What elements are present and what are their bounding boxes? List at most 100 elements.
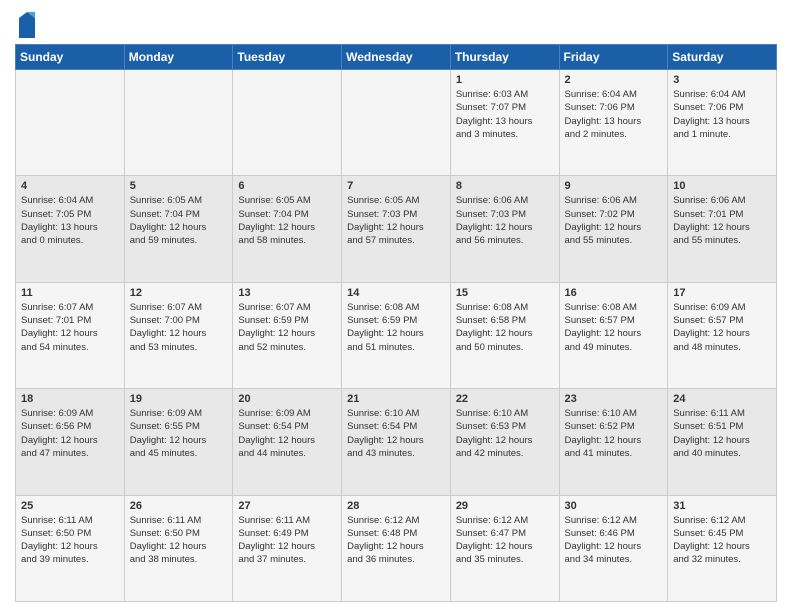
day-info: Sunrise: 6:09 AM Sunset: 6:54 PM Dayligh… (238, 407, 336, 460)
calendar-day-cell: 25Sunrise: 6:11 AM Sunset: 6:50 PM Dayli… (16, 495, 125, 601)
day-of-week-header: Friday (559, 45, 668, 70)
calendar-day-cell: 19 Sunrise: 6:09 AM Sunset: 6:55 PM Dayli… (124, 389, 233, 495)
day-number: 12 (130, 287, 228, 299)
day-info: Sunrise: 6:05 AM Sunset: 7:03 PM Dayligh… (347, 194, 445, 247)
day-info: Sunrise: 6:10 AM Sunset: 6:54 PM Dayligh… (347, 407, 445, 460)
calendar-day-cell: 10Sunrise: 6:06 AM Sunset: 7:01 PM Dayli… (668, 176, 777, 282)
day-number: 30 (565, 500, 663, 512)
day-info: Sunrise: 6:05 AM Sunset: 7:04 PM Dayligh… (238, 194, 336, 247)
day-info: Sunrise: 6:12 AM Sunset: 6:46 PM Dayligh… (565, 514, 663, 567)
day-info: Sunrise: 6:12 AM Sunset: 6:47 PM Dayligh… (456, 514, 554, 567)
day-number: 31 (673, 500, 771, 512)
calendar-day-cell: 7Sunrise: 6:05 AM Sunset: 7:03 PM Daylig… (342, 176, 451, 282)
day-number: 18 (21, 393, 119, 405)
calendar-day-cell: 28 Sunrise: 6:12 AM Sunset: 6:48 PM Dayli… (342, 495, 451, 601)
calendar-day-cell: 8 Sunrise: 6:06 AM Sunset: 7:03 PM Daylig… (450, 176, 559, 282)
day-number: 5 (130, 180, 228, 192)
day-info: Sunrise: 6:04 AM Sunset: 7:05 PM Dayligh… (21, 194, 119, 247)
day-of-week-header: Sunday (16, 45, 125, 70)
calendar-week-row: 25Sunrise: 6:11 AM Sunset: 6:50 PM Dayli… (16, 495, 777, 601)
day-number: 28 (347, 500, 445, 512)
calendar-day-cell (124, 70, 233, 176)
calendar-day-cell: 15 Sunrise: 6:08 AM Sunset: 6:58 PM Dayli… (450, 282, 559, 388)
day-of-week-header: Wednesday (342, 45, 451, 70)
calendar-day-cell (233, 70, 342, 176)
day-info: Sunrise: 6:06 AM Sunset: 7:03 PM Dayligh… (456, 194, 554, 247)
calendar-table: SundayMondayTuesdayWednesdayThursdayFrid… (15, 44, 777, 602)
calendar-day-cell: 20 Sunrise: 6:09 AM Sunset: 6:54 PM Dayli… (233, 389, 342, 495)
day-number: 14 (347, 287, 445, 299)
day-info: Sunrise: 6:09 AM Sunset: 6:56 PM Dayligh… (21, 407, 119, 460)
day-info: Sunrise: 6:04 AM Sunset: 7:06 PM Dayligh… (565, 88, 663, 141)
calendar-day-cell: 9 Sunrise: 6:06 AM Sunset: 7:02 PM Daylig… (559, 176, 668, 282)
calendar-body: 1Sunrise: 6:03 AM Sunset: 7:07 PM Daylig… (16, 70, 777, 602)
day-number: 4 (21, 180, 119, 192)
calendar-day-cell: 23 Sunrise: 6:10 AM Sunset: 6:52 PM Dayli… (559, 389, 668, 495)
days-of-week-row: SundayMondayTuesdayWednesdayThursdayFrid… (16, 45, 777, 70)
calendar-day-cell: 31 Sunrise: 6:12 AM Sunset: 6:45 PM Dayli… (668, 495, 777, 601)
day-number: 1 (456, 74, 554, 86)
day-info: Sunrise: 6:05 AM Sunset: 7:04 PM Dayligh… (130, 194, 228, 247)
day-info: Sunrise: 6:04 AM Sunset: 7:06 PM Dayligh… (673, 88, 771, 141)
day-number: 6 (238, 180, 336, 192)
calendar-day-cell (16, 70, 125, 176)
day-number: 20 (238, 393, 336, 405)
day-info: Sunrise: 6:12 AM Sunset: 6:45 PM Dayligh… (673, 514, 771, 567)
day-number: 24 (673, 393, 771, 405)
calendar-day-cell: 16 Sunrise: 6:08 AM Sunset: 6:57 PM Dayli… (559, 282, 668, 388)
calendar-day-cell: 24 Sunrise: 6:11 AM Sunset: 6:51 PM Dayli… (668, 389, 777, 495)
day-info: Sunrise: 6:11 AM Sunset: 6:51 PM Dayligh… (673, 407, 771, 460)
day-number: 19 (130, 393, 228, 405)
day-number: 16 (565, 287, 663, 299)
day-info: Sunrise: 6:08 AM Sunset: 6:57 PM Dayligh… (565, 301, 663, 354)
day-number: 26 (130, 500, 228, 512)
calendar-day-cell: 18 Sunrise: 6:09 AM Sunset: 6:56 PM Dayli… (16, 389, 125, 495)
day-number: 23 (565, 393, 663, 405)
calendar-week-row: 1Sunrise: 6:03 AM Sunset: 7:07 PM Daylig… (16, 70, 777, 176)
day-number: 29 (456, 500, 554, 512)
calendar-day-cell: 29 Sunrise: 6:12 AM Sunset: 6:47 PM Dayli… (450, 495, 559, 601)
day-info: Sunrise: 6:07 AM Sunset: 7:00 PM Dayligh… (130, 301, 228, 354)
calendar-day-cell: 6 Sunrise: 6:05 AM Sunset: 7:04 PM Daylig… (233, 176, 342, 282)
day-info: Sunrise: 6:09 AM Sunset: 6:57 PM Dayligh… (673, 301, 771, 354)
day-info: Sunrise: 6:12 AM Sunset: 6:48 PM Dayligh… (347, 514, 445, 567)
calendar-day-cell: 27Sunrise: 6:11 AM Sunset: 6:49 PM Dayli… (233, 495, 342, 601)
day-number: 11 (21, 287, 119, 299)
page: SundayMondayTuesdayWednesdayThursdayFrid… (0, 0, 792, 612)
day-info: Sunrise: 6:09 AM Sunset: 6:55 PM Dayligh… (130, 407, 228, 460)
calendar-day-cell: 22Sunrise: 6:10 AM Sunset: 6:53 PM Dayli… (450, 389, 559, 495)
day-number: 9 (565, 180, 663, 192)
day-number: 2 (565, 74, 663, 86)
calendar-week-row: 4 Sunrise: 6:04 AM Sunset: 7:05 PM Daylig… (16, 176, 777, 282)
calendar-day-cell: 13Sunrise: 6:07 AM Sunset: 6:59 PM Dayli… (233, 282, 342, 388)
day-info: Sunrise: 6:10 AM Sunset: 6:52 PM Dayligh… (565, 407, 663, 460)
day-of-week-header: Monday (124, 45, 233, 70)
day-info: Sunrise: 6:08 AM Sunset: 6:59 PM Dayligh… (347, 301, 445, 354)
calendar-header: SundayMondayTuesdayWednesdayThursdayFrid… (16, 45, 777, 70)
day-info: Sunrise: 6:11 AM Sunset: 6:50 PM Dayligh… (130, 514, 228, 567)
calendar-week-row: 11 Sunrise: 6:07 AM Sunset: 7:01 PM Dayli… (16, 282, 777, 388)
logo (15, 10, 37, 38)
calendar-day-cell: 12 Sunrise: 6:07 AM Sunset: 7:00 PM Dayli… (124, 282, 233, 388)
calendar-week-row: 18 Sunrise: 6:09 AM Sunset: 6:56 PM Dayli… (16, 389, 777, 495)
day-number: 3 (673, 74, 771, 86)
calendar-day-cell: 26 Sunrise: 6:11 AM Sunset: 6:50 PM Dayli… (124, 495, 233, 601)
day-of-week-header: Thursday (450, 45, 559, 70)
day-info: Sunrise: 6:07 AM Sunset: 7:01 PM Dayligh… (21, 301, 119, 354)
day-number: 15 (456, 287, 554, 299)
calendar-day-cell: 30 Sunrise: 6:12 AM Sunset: 6:46 PM Dayli… (559, 495, 668, 601)
calendar-day-cell: 11 Sunrise: 6:07 AM Sunset: 7:01 PM Dayli… (16, 282, 125, 388)
calendar-day-cell: 14 Sunrise: 6:08 AM Sunset: 6:59 PM Dayli… (342, 282, 451, 388)
day-number: 10 (673, 180, 771, 192)
day-info: Sunrise: 6:06 AM Sunset: 7:02 PM Dayligh… (565, 194, 663, 247)
day-info: Sunrise: 6:10 AM Sunset: 6:53 PM Dayligh… (456, 407, 554, 460)
day-number: 27 (238, 500, 336, 512)
day-info: Sunrise: 6:08 AM Sunset: 6:58 PM Dayligh… (456, 301, 554, 354)
day-info: Sunrise: 6:07 AM Sunset: 6:59 PM Dayligh… (238, 301, 336, 354)
day-number: 8 (456, 180, 554, 192)
logo-icon (17, 10, 37, 38)
day-number: 21 (347, 393, 445, 405)
calendar-day-cell: 4 Sunrise: 6:04 AM Sunset: 7:05 PM Daylig… (16, 176, 125, 282)
calendar-day-cell (342, 70, 451, 176)
day-number: 17 (673, 287, 771, 299)
